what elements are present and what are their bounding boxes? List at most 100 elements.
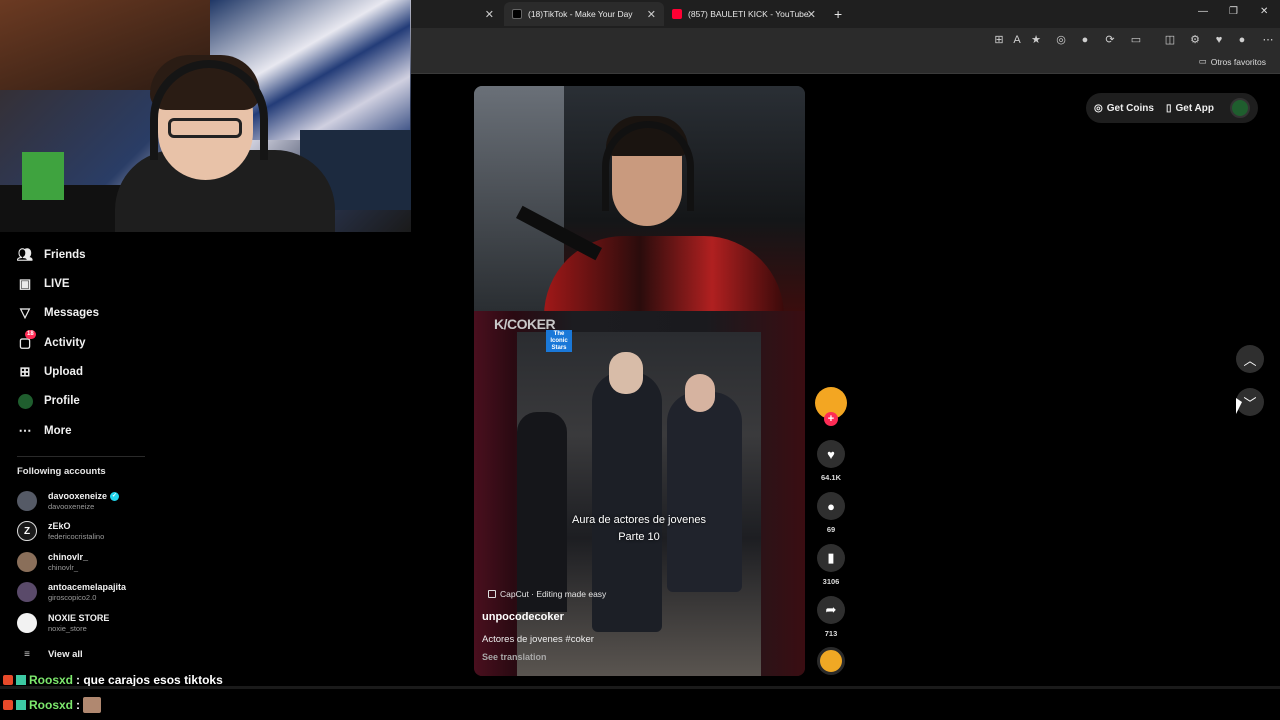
capcut-label: CapCut · Editing made easy bbox=[500, 589, 607, 599]
favorite-star-icon[interactable]: ★ bbox=[1030, 34, 1042, 46]
video-player[interactable]: K/COKER The Iconic Stars Aura de actores… bbox=[474, 86, 805, 676]
account-handle: giroscopico2.0 bbox=[48, 593, 97, 602]
chevron-up-icon: ︿ bbox=[1243, 352, 1257, 368]
tab-tiktok-label: (18)TikTok - Make Your Day bbox=[528, 9, 633, 19]
refresh-extension-icon[interactable]: ⟳ bbox=[1104, 34, 1116, 46]
messages-icon: ▽ bbox=[20, 305, 30, 320]
webcam-overlay bbox=[0, 0, 411, 232]
video-description: Actores de jovenes #coker bbox=[482, 634, 594, 645]
extension-icon[interactable]: ◎ bbox=[1055, 34, 1067, 46]
sidebar-item-live[interactable]: ▣ LIVE bbox=[17, 274, 70, 294]
read-aloud-icon[interactable]: A bbox=[1011, 34, 1023, 46]
health-icon[interactable]: ♥ bbox=[1213, 34, 1225, 46]
sidebar-item-more[interactable]: ⋯ More bbox=[17, 421, 72, 441]
chevron-down-icon: ﹀ bbox=[1243, 395, 1257, 411]
comment-button[interactable]: ● 69 bbox=[817, 492, 845, 534]
following-account[interactable]: chinovlr_ chinovlr_ bbox=[17, 549, 88, 575]
get-coins-button[interactable]: ◎ Get Coins bbox=[1094, 103, 1154, 114]
sidebar-divider bbox=[17, 456, 145, 457]
iconic-stars-tag: The Iconic Stars bbox=[546, 330, 572, 352]
caption-line: Parte 10 bbox=[618, 531, 660, 543]
bookmark-icon: ▮ bbox=[817, 544, 845, 572]
chat-message: Roosxd : bbox=[3, 697, 102, 713]
emote-icon bbox=[83, 697, 102, 713]
close-window-icon[interactable]: ✕ bbox=[1260, 6, 1268, 17]
friends-icon: 👥︎ bbox=[16, 247, 34, 262]
capcut-link[interactable]: CapCut · Editing made easy bbox=[488, 589, 606, 599]
minimize-icon[interactable]: — bbox=[1198, 6, 1208, 17]
other-favorites-label: Otros favoritos bbox=[1210, 56, 1266, 67]
new-tab-button[interactable]: + bbox=[826, 2, 850, 26]
like-button[interactable]: ♥ 64.1K bbox=[817, 440, 845, 482]
chat-badge-icon bbox=[3, 700, 13, 710]
music-disc-icon[interactable] bbox=[817, 647, 845, 675]
close-tab-icon[interactable]: ✕ bbox=[807, 8, 816, 21]
folder-icon: ▭ bbox=[1198, 56, 1207, 66]
save-count: 3106 bbox=[822, 577, 840, 586]
account-name: NOXIE STORE bbox=[48, 613, 110, 623]
coin-icon: ◎ bbox=[1094, 102, 1103, 114]
following-account[interactable]: Z zEkO federicocristalino bbox=[17, 518, 104, 544]
see-translation-link[interactable]: See translation bbox=[482, 652, 547, 662]
other-favorites[interactable]: ▭ Otros favoritos bbox=[1199, 56, 1266, 67]
glasses bbox=[168, 118, 242, 138]
get-coins-label: Get Coins bbox=[1106, 102, 1154, 114]
user-avatar[interactable] bbox=[1230, 98, 1250, 118]
activity-badge: 18 bbox=[25, 330, 36, 339]
sidebar-item-activity[interactable]: ▢ 18 Activity bbox=[17, 330, 86, 353]
follow-plus-icon[interactable]: + bbox=[824, 412, 838, 426]
live-icon: ▣ bbox=[18, 276, 32, 291]
share-button[interactable]: ➦ 713 bbox=[817, 596, 845, 638]
heart-icon: ♥ bbox=[817, 440, 845, 468]
tab-previous[interactable]: ✕ bbox=[420, 2, 502, 26]
view-all-link[interactable]: ≡ View all bbox=[17, 641, 83, 667]
apps-icon[interactable]: ⊞ bbox=[993, 34, 1005, 46]
shield-icon[interactable]: ● bbox=[1079, 34, 1091, 46]
close-tab-icon[interactable]: ✕ bbox=[647, 8, 656, 21]
comment-icon: ● bbox=[817, 492, 845, 520]
sidebar-item-label: More bbox=[44, 425, 72, 437]
stream-chat-overlay bbox=[714, 90, 802, 150]
menu-dots-icon[interactable]: ⋯ bbox=[1262, 34, 1274, 46]
mouse-cursor-icon bbox=[1236, 398, 1242, 414]
chat-text: : que carajos esos tiktoks bbox=[76, 673, 223, 687]
account-name: davooxeneize bbox=[48, 491, 108, 501]
sidebar-item-friends[interactable]: 👥︎ Friends bbox=[17, 245, 86, 265]
following-account[interactable]: NOXIE STORE noxie_store bbox=[17, 610, 109, 636]
phone-icon: ▯ bbox=[1165, 102, 1172, 114]
chat-badge-icon bbox=[16, 700, 26, 710]
following-account[interactable]: antoacemelapajita giroscopico2.0 bbox=[17, 579, 126, 605]
upload-icon: ⊞ bbox=[19, 364, 31, 379]
restore-icon[interactable]: ❐ bbox=[1229, 6, 1238, 17]
following-account[interactable]: davooxeneize ✓ davooxeneize bbox=[17, 488, 120, 514]
save-button[interactable]: ▮ 3106 bbox=[817, 544, 845, 586]
sidebar-item-upload[interactable]: ⊞ Upload bbox=[17, 362, 83, 382]
list-icon: ≡ bbox=[24, 648, 30, 660]
previous-video-button[interactable]: ︿ bbox=[1236, 345, 1264, 373]
avatar: Z bbox=[17, 521, 37, 541]
chat-text: : bbox=[76, 698, 81, 712]
get-app-label: Get App bbox=[1175, 102, 1214, 114]
video-author[interactable]: unpocodecoker bbox=[482, 611, 564, 623]
avatar bbox=[17, 613, 37, 633]
avatar bbox=[17, 552, 37, 572]
following-accounts-title: Following accounts bbox=[17, 466, 106, 477]
split-screen-icon[interactable]: ◫ bbox=[1164, 34, 1176, 46]
avatar bbox=[17, 491, 37, 511]
comment-count: 69 bbox=[826, 525, 836, 534]
chat-username: Roosxd bbox=[29, 698, 74, 712]
cast-icon[interactable]: ▭ bbox=[1130, 34, 1142, 46]
sidebar-item-profile[interactable]: Profile bbox=[17, 391, 80, 411]
chat-message: Roosxd : que carajos esos tiktoks bbox=[3, 673, 223, 687]
account-name: antoacemelapajita bbox=[48, 582, 127, 592]
extensions-puzzle-icon[interactable]: ⚙ bbox=[1189, 34, 1201, 46]
account-handle: federicocristalino bbox=[48, 532, 105, 541]
tab-youtube[interactable]: (857) BAULETI KICK - YouTube ✕ bbox=[664, 2, 824, 26]
tab-tiktok[interactable]: (18)TikTok - Make Your Day ✕ bbox=[504, 2, 664, 26]
sidebar-item-messages[interactable]: ▽ Messages bbox=[17, 303, 99, 323]
close-tab-icon[interactable]: ✕ bbox=[485, 8, 494, 21]
get-app-button[interactable]: ▯ Get App bbox=[1166, 103, 1214, 114]
header-actions: ◎ Get Coins ▯ Get App bbox=[1086, 93, 1258, 123]
caption-line: Aura de actores de jovenes bbox=[572, 514, 706, 526]
profile-avatar-icon[interactable]: ● bbox=[1236, 34, 1248, 46]
